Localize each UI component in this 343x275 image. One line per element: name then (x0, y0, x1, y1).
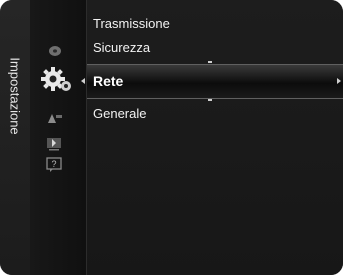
menu-item-label: Trasmissione (93, 16, 170, 31)
menu-item-generale[interactable]: Generale (93, 106, 146, 121)
menu-item-trasmissione[interactable]: Trasmissione (93, 16, 170, 31)
section-title-bar: Impostazione (0, 0, 30, 275)
scroll-down-indicator (208, 99, 212, 101)
menu-item-label: Sicurezza (93, 40, 151, 55)
scroll-up-indicator (208, 61, 212, 63)
menu-item-label: Rete (93, 73, 124, 89)
menu-item-rete-selected[interactable]: Rete (87, 64, 343, 99)
svg-text:?: ? (51, 159, 56, 169)
submenu-panel: Trasmissione Sicurezza Rete Generale (87, 0, 343, 275)
menu-icon-column: ? (30, 0, 87, 275)
input-source-icon[interactable] (46, 111, 64, 130)
disc-icon[interactable] (48, 44, 62, 62)
right-arrow-icon[interactable] (337, 78, 341, 84)
section-title: Impostazione (7, 57, 23, 135)
settings-gear-icon[interactable] (40, 66, 74, 99)
application-icon[interactable] (46, 137, 62, 156)
menu-item-sicurezza[interactable]: Sicurezza (93, 40, 150, 55)
menu-item-label: Generale (93, 106, 147, 121)
help-icon[interactable]: ? (46, 157, 62, 178)
settings-osd-menu: Impostazione ? Trasmissione Sicurezza Re… (0, 0, 343, 275)
left-arrow-icon[interactable] (81, 78, 85, 84)
